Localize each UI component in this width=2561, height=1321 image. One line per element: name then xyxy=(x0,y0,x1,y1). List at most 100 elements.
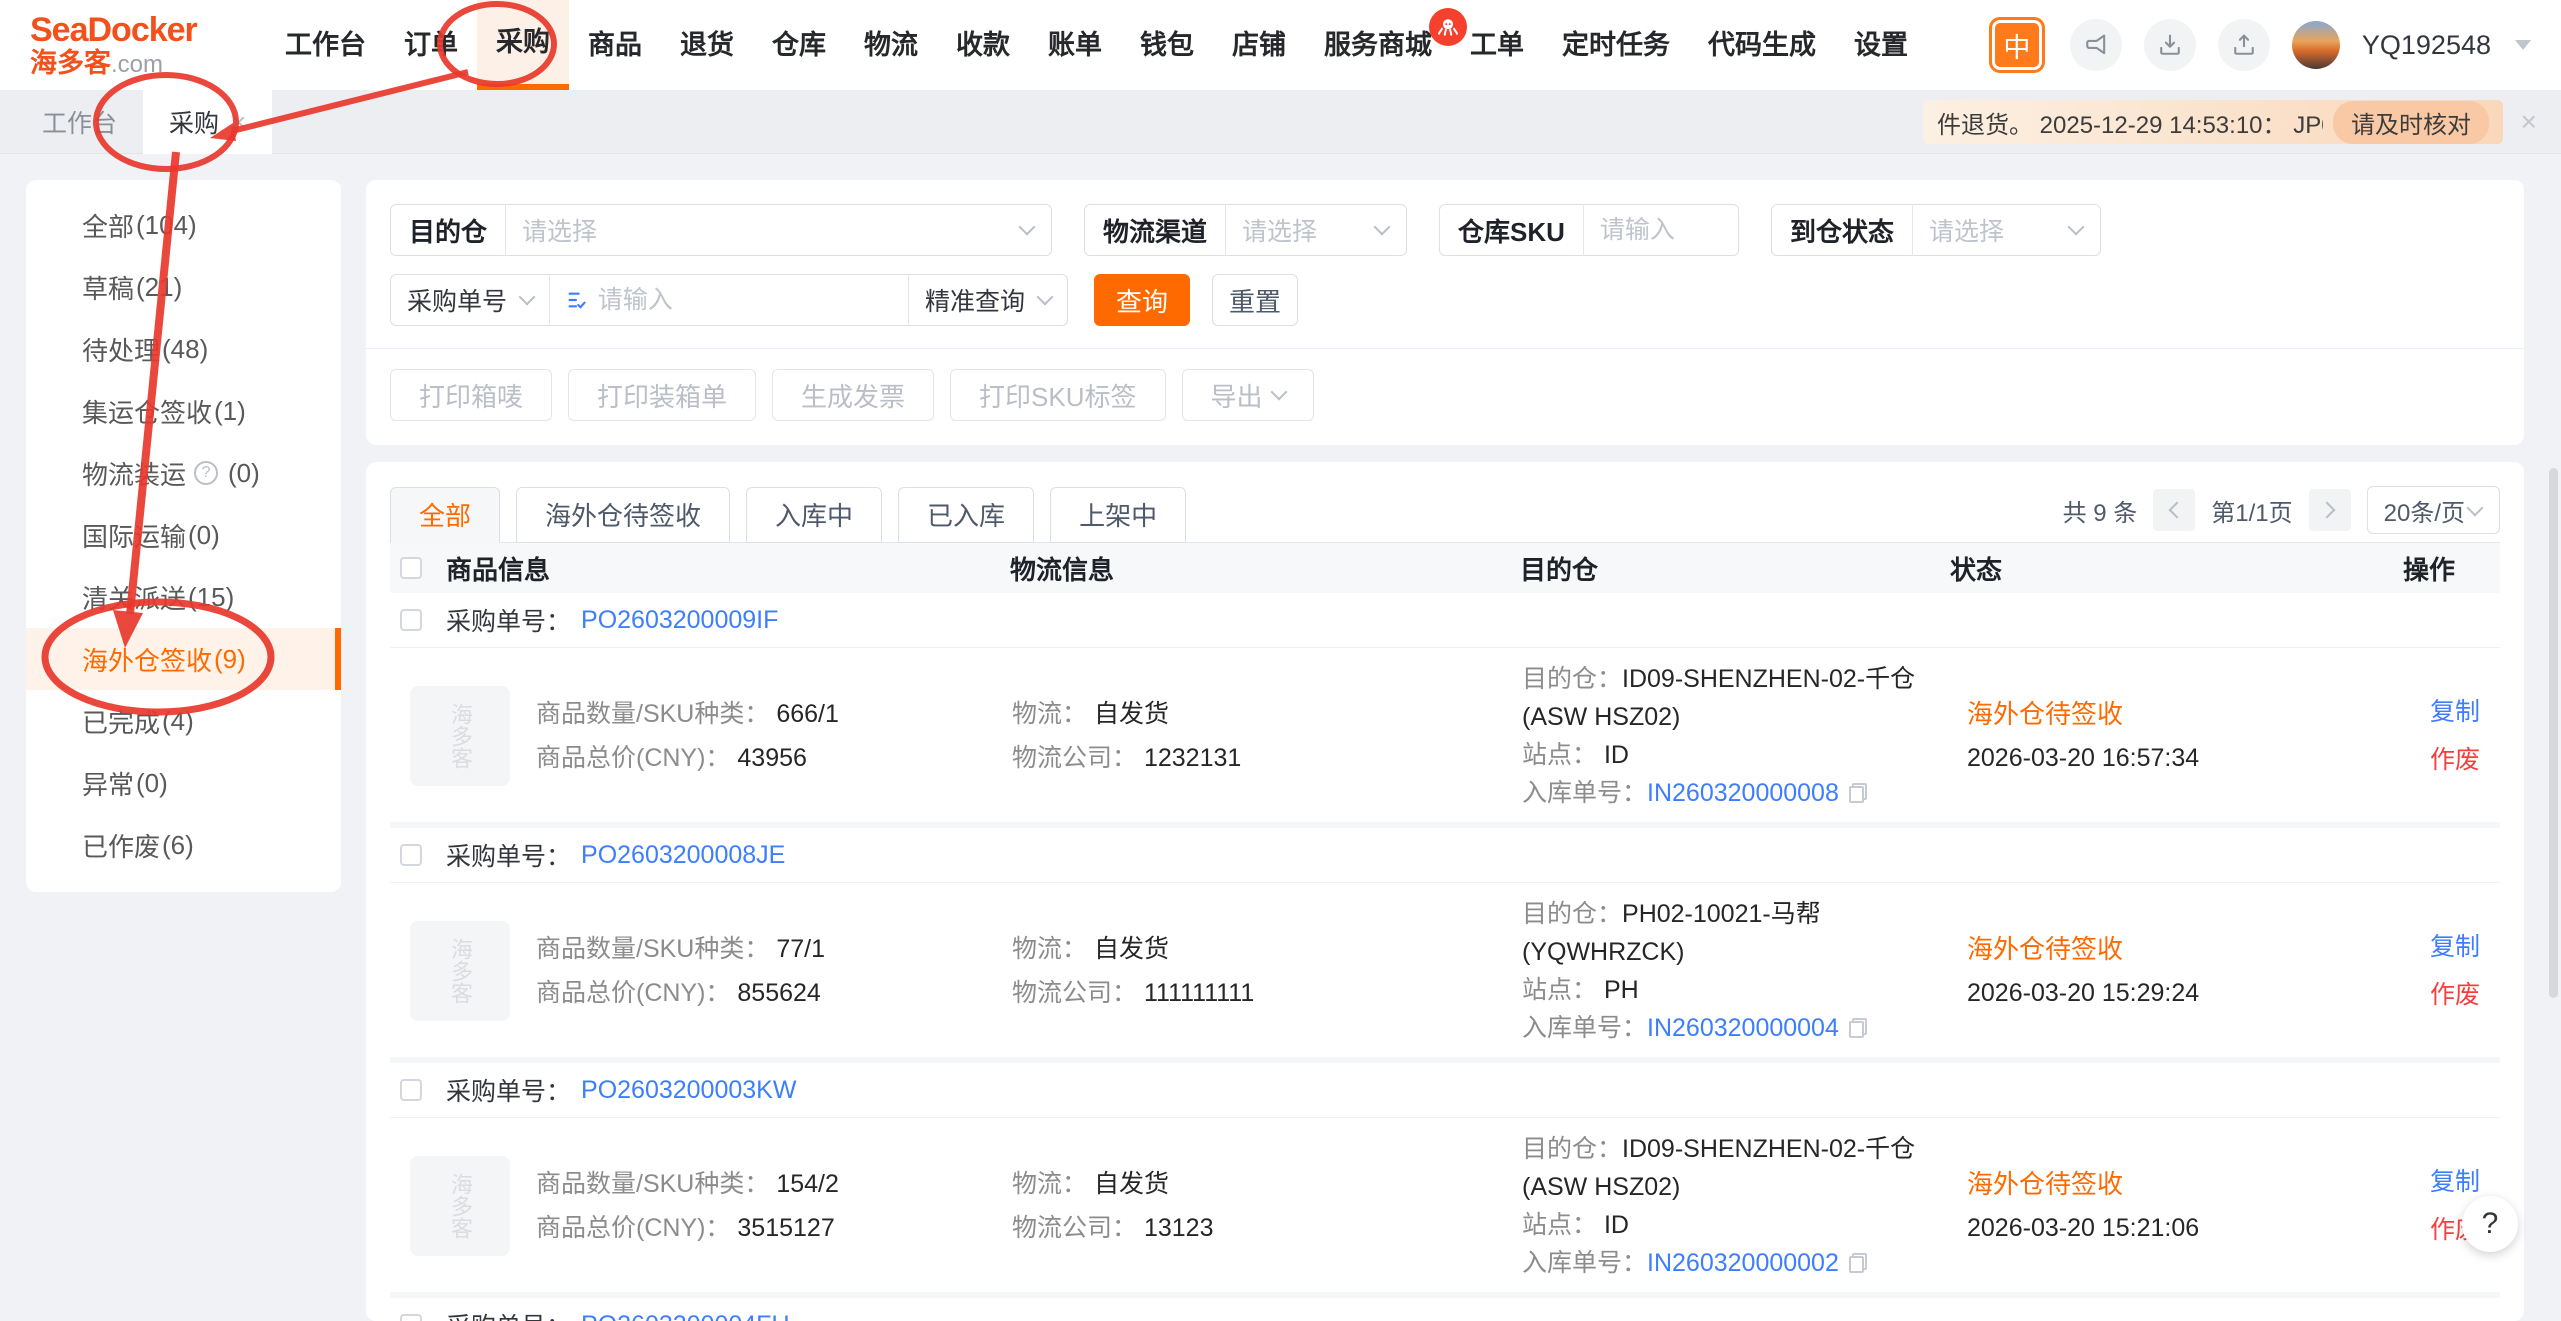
nav-item-scheduled-tasks[interactable]: 定时任务 xyxy=(1543,0,1689,90)
notification-close-icon[interactable]: × xyxy=(2521,108,2537,136)
nav-item-service-mall[interactable]: 服务商城 xyxy=(1305,0,1451,90)
question-circle-icon: ? xyxy=(194,461,218,485)
notification-action-button[interactable]: 请及时核对 xyxy=(2333,101,2489,144)
chevron-down-icon xyxy=(1374,219,1391,236)
main-nav: 工作台 订单 采购 商品 退货 仓库 物流 收款 账单 钱包 店铺 服务商城 工… xyxy=(266,0,1927,90)
nav-item-wallet[interactable]: 钱包 xyxy=(1121,0,1213,90)
username[interactable]: YQ192548 xyxy=(2362,30,2491,61)
sidebar-item-voided[interactable]: 已作废(6) xyxy=(26,814,341,876)
brand-logo[interactable]: SeaDocker 海多客.com xyxy=(30,13,240,77)
nav-item-workbench[interactable]: 工作台 xyxy=(266,0,385,90)
copy-order-action[interactable]: 复制 xyxy=(2397,1158,2480,1206)
copy-icon[interactable] xyxy=(1849,1018,1867,1038)
detail-row: 海多客 商品数量/SKU种类： 154/2 商品总价(CNY)： 3515127… xyxy=(390,1118,2500,1298)
page-tab-workbench[interactable]: 工作台 xyxy=(16,90,143,154)
next-page-button[interactable] xyxy=(2309,489,2351,531)
status-tabs: 全部 海外仓待签收 入库中 已入库 上架中 共 9 条 第1/1页 20条/页 xyxy=(390,486,2500,543)
copy-order-action[interactable]: 复制 xyxy=(2397,688,2480,736)
language-icon[interactable]: 中 xyxy=(1992,20,2042,70)
status-tab-await-sign[interactable]: 海外仓待签收 xyxy=(516,487,730,543)
filters-card: 目的仓 请选择 物流渠道 请选择 仓库SKU 到仓状态 请选择 xyxy=(366,180,2524,445)
sidebar-item-completed[interactable]: 已完成(4) xyxy=(26,690,341,752)
sidebar-item-consolidation-sign[interactable]: 集运仓签收(1) xyxy=(26,380,341,442)
sidebar-item-abnormal[interactable]: 异常(0) xyxy=(26,752,341,814)
arrival-status-select[interactable]: 到仓状态 请选择 xyxy=(1771,204,2101,256)
sidebar-item-draft[interactable]: 草稿(21) xyxy=(26,256,341,318)
help-button[interactable]: ? xyxy=(2462,1196,2518,1252)
search-type-select[interactable]: 采购单号 xyxy=(391,274,549,326)
announcement-icon[interactable] xyxy=(2070,19,2122,71)
search-button[interactable]: 查询 xyxy=(1094,274,1190,326)
nav-item-logistics[interactable]: 物流 xyxy=(845,0,937,90)
scrollbar-thumb[interactable] xyxy=(2549,468,2558,998)
inbound-link[interactable]: IN260320000008 xyxy=(1647,779,1839,807)
sidebar-item-pending[interactable]: 待处理(48) xyxy=(26,318,341,380)
product-thumbnail: 海多客 xyxy=(410,686,510,786)
sidebar-item-overseas-sign[interactable]: 海外仓签收(9) xyxy=(26,628,341,690)
sidebar-item-customs-delivery[interactable]: 清关派送(15) xyxy=(26,566,341,628)
nav-item-warehouse[interactable]: 仓库 xyxy=(753,0,845,90)
order-row: 采购单号： PO2603200008JE xyxy=(390,828,2500,883)
void-order-action[interactable]: 作废 xyxy=(2397,736,2480,784)
po-link[interactable]: PO2603200009IF xyxy=(581,606,778,635)
nav-item-products[interactable]: 商品 xyxy=(569,0,661,90)
sidebar-item-all[interactable]: 全部(104) xyxy=(26,194,341,256)
nav-item-tickets[interactable]: 工单 xyxy=(1451,0,1543,90)
sidebar-item-logistics-shipment[interactable]: 物流装运?(0) xyxy=(26,442,341,504)
detail-row: 海多客 商品数量/SKU种类： 666/1 商品总价(CNY)： 43956 物… xyxy=(390,648,2500,828)
dest-warehouse-select[interactable]: 目的仓 请选择 xyxy=(390,204,1052,256)
logistics-channel-select[interactable]: 物流渠道 请选择 xyxy=(1084,204,1407,256)
copy-icon[interactable] xyxy=(1849,1253,1867,1273)
nav-item-settings[interactable]: 设置 xyxy=(1835,0,1927,90)
copy-icon[interactable] xyxy=(1849,783,1867,803)
print-sku-label-button[interactable]: 打印SKU标签 xyxy=(950,369,1165,421)
row-checkbox[interactable] xyxy=(400,1079,422,1101)
tab-close-icon[interactable]: × xyxy=(231,109,246,135)
inbound-link[interactable]: IN260320000004 xyxy=(1647,1014,1839,1042)
print-box-mark-button[interactable]: 打印箱唛 xyxy=(390,369,552,421)
nav-item-code-generation[interactable]: 代码生成 xyxy=(1689,0,1835,90)
sidebar-item-intl-transport[interactable]: 国际运输(0) xyxy=(26,504,341,566)
po-link[interactable]: PO2603200004FU xyxy=(581,1311,789,1321)
nav-item-shops[interactable]: 店铺 xyxy=(1213,0,1305,90)
table-header: 商品信息 物流信息 目的仓 状态 操作 xyxy=(390,543,2500,593)
print-packing-list-button[interactable]: 打印装箱单 xyxy=(568,369,756,421)
order-number-input[interactable] xyxy=(598,286,892,315)
row-checkbox[interactable] xyxy=(400,609,422,631)
user-avatar[interactable] xyxy=(2292,21,2340,69)
status-tab-all[interactable]: 全部 xyxy=(390,487,500,543)
page-size-select[interactable]: 20条/页 xyxy=(2367,486,2500,534)
copy-order-action[interactable]: 复制 xyxy=(2397,923,2480,971)
nav-item-purchase[interactable]: 采购 xyxy=(477,0,569,90)
notification-text: 件退货。 2025-12-29 14:53:10： JP01-日本 xyxy=(1937,105,2323,140)
status-tab-inbounding[interactable]: 入库中 xyxy=(746,487,882,543)
chevron-down-icon xyxy=(1037,289,1054,306)
upload-icon[interactable] xyxy=(2218,19,2270,71)
row-checkbox[interactable] xyxy=(400,844,422,866)
status-time: 2026-03-20 16:57:34 xyxy=(1967,736,2397,780)
warehouse-sku-input[interactable] xyxy=(1584,216,1738,245)
warehouse-sku-field[interactable]: 仓库SKU xyxy=(1439,204,1739,256)
void-order-action[interactable]: 作废 xyxy=(2397,971,2480,1019)
prev-page-button[interactable] xyxy=(2153,489,2195,531)
export-button[interactable]: 导出 xyxy=(1182,369,1314,421)
status-tab-inbounded[interactable]: 已入库 xyxy=(898,487,1034,543)
po-link[interactable]: PO2603200008JE xyxy=(581,841,785,870)
match-mode-select[interactable]: 精准查询 xyxy=(909,274,1067,326)
nav-item-orders[interactable]: 订单 xyxy=(385,0,477,90)
nav-item-collection[interactable]: 收款 xyxy=(937,0,1029,90)
inbound-link[interactable]: IN260320000002 xyxy=(1647,1249,1839,1277)
user-menu-caret-icon[interactable] xyxy=(2515,40,2531,50)
row-checkbox[interactable] xyxy=(400,1314,422,1321)
status-tab-shelving[interactable]: 上架中 xyxy=(1050,487,1186,543)
order-row: 采购单号： PO2603200009IF xyxy=(390,593,2500,648)
generate-invoice-button[interactable]: 生成发票 xyxy=(772,369,934,421)
nav-item-bills[interactable]: 账单 xyxy=(1029,0,1121,90)
status-badge: 海外仓待签收 xyxy=(1967,927,2397,971)
po-link[interactable]: PO2603200003KW xyxy=(581,1076,796,1105)
select-all-checkbox[interactable] xyxy=(400,557,422,579)
reset-button[interactable]: 重置 xyxy=(1212,274,1298,326)
download-icon[interactable] xyxy=(2144,19,2196,71)
page-tab-purchase[interactable]: 采购 × xyxy=(143,90,272,154)
nav-item-returns[interactable]: 退货 xyxy=(661,0,753,90)
